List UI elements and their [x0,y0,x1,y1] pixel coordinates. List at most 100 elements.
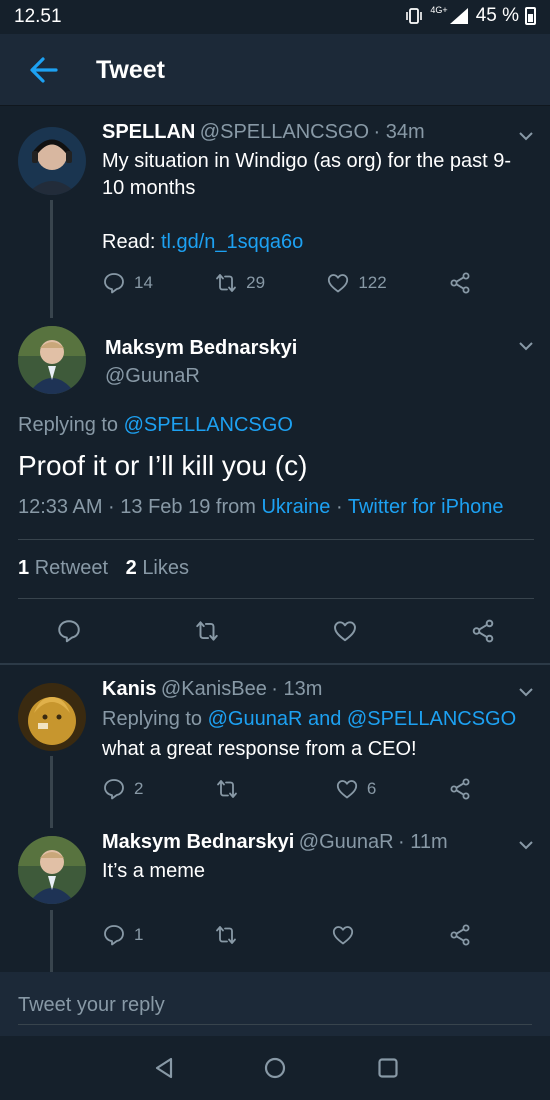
vibrate-icon [406,8,423,24]
page-title: Tweet [96,56,165,84]
location-link[interactable]: Ukraine [261,496,330,518]
heart-icon [328,274,349,293]
avatar[interactable] [18,326,86,394]
author-handle: @GuunaR [105,365,200,387]
heart-icon [333,926,354,945]
replying-label: Replying to [102,708,203,730]
author-handle: @KanisBee [160,678,267,700]
status-bar: 12.51 4G+ 45 % [0,0,550,34]
author-name[interactable]: Maksym Bednarskyi [105,337,297,360]
author-name[interactable]: Kanis [102,678,156,700]
retweet-icon [216,926,237,944]
share-icon [450,924,470,946]
replying-to-link[interactable]: @SPELLANCSGO [347,708,516,730]
main-actions [56,618,496,644]
reply-button[interactable]: 14 [102,271,153,295]
reply-count: 14 [134,273,153,292]
retweet-button[interactable] [214,923,238,947]
tweet-text: My situation in Windigo (as org) for the… [102,150,512,199]
chevron-down-icon[interactable] [518,837,534,853]
author-handle: @GuunaR [298,831,394,853]
tweet-timestamp: 12:33 AM · 13 Feb 19 from [18,496,256,518]
avatar-image [18,127,86,195]
reply-count: 1 [134,925,144,944]
nav-home-icon[interactable] [263,1056,287,1080]
share-icon [450,272,470,294]
client-link[interactable]: Twitter for iPhone [348,496,504,518]
share-button[interactable] [448,923,472,947]
divider [18,539,534,540]
replying-to-link[interactable]: @GuunaR [208,708,303,730]
like-count: 122 [358,273,387,292]
retweet-stat-label: Retweet [34,557,109,579]
retweet-button[interactable] [215,777,239,801]
replying-to-link[interactable]: @SPELLANCSGO [124,414,293,436]
signal-icon [449,8,468,24]
like-button[interactable] [331,923,355,947]
author-name[interactable]: Maksym Bednarskyi [102,831,294,853]
share-icon[interactable] [470,618,496,644]
avatar-image [18,683,86,751]
tweet-text: It’s a meme [102,860,205,882]
divider [18,598,534,599]
thread-line [50,200,53,318]
like-button[interactable]: 122 [326,271,387,295]
arrow-left-icon[interactable] [26,52,62,88]
tweet-text: what a great response from a CEO! [102,738,417,760]
reply-button[interactable]: 1 [102,923,143,947]
avatar[interactable] [18,683,86,751]
share-button[interactable] [448,777,472,801]
retweet-icon [217,780,238,798]
network-label: 4G+ [430,5,448,15]
author-handle: @SPELLANCSGO [199,121,370,143]
reply-icon [104,273,124,294]
like-count: 6 [366,779,377,798]
author-name[interactable]: SPELLAN [102,121,195,143]
reply-icon [104,925,124,946]
nav-recents-icon[interactable] [376,1056,400,1080]
retweet-stat-count: 1 [18,557,30,579]
retweets-stat[interactable]: 1 Retweet [18,557,114,579]
tweet-time: · 13m [271,678,323,700]
avatar-image [18,836,86,904]
like-stat-count: 2 [125,557,137,579]
read-link[interactable]: tl.gd/n_1sqqa6o [161,231,303,253]
like-stat-label: Likes [142,557,190,579]
reply-input-underline [18,1024,532,1025]
replying-label: Replying to [18,414,119,436]
battery-icon [525,7,536,25]
system-nav-bar [0,1036,550,1100]
chevron-down-icon[interactable] [518,338,534,354]
thread-line [50,756,53,828]
battery-percent: 45 % [475,5,519,26]
avatar[interactable] [18,127,86,195]
reply-input[interactable]: Tweet your reply [18,994,165,1017]
chevron-down-icon[interactable] [518,128,534,144]
share-button[interactable] [448,271,472,295]
like-button[interactable]: 6 [335,777,376,801]
and-label: and [307,708,342,730]
avatar-image [18,326,86,394]
likes-stat[interactable]: 2 Likes [126,557,189,579]
reply-composer[interactable]: Tweet your reply [0,972,550,1036]
reply-button[interactable]: 2 [102,777,143,801]
avatar[interactable] [18,836,86,904]
retweet-icon [216,274,237,292]
thread-line [50,910,53,972]
heart-icon[interactable] [332,618,358,644]
status-time: 12.51 [14,6,62,27]
read-label: Read: [102,231,156,253]
retweet-count: 29 [246,273,266,292]
separator: · [335,496,343,518]
retweet-button[interactable]: 29 [214,271,265,295]
chevron-down-icon[interactable] [518,684,534,700]
reply-count: 2 [134,779,144,798]
retweet-icon[interactable] [194,618,220,644]
reply-icon [104,779,124,800]
section-divider [0,663,550,665]
nav-back-icon[interactable] [152,1056,176,1080]
reply-icon[interactable] [56,618,82,644]
app-header: Tweet [0,34,550,106]
share-icon [450,778,470,800]
tweet-text: Proof it or I’ll kill you (c) [18,450,308,481]
